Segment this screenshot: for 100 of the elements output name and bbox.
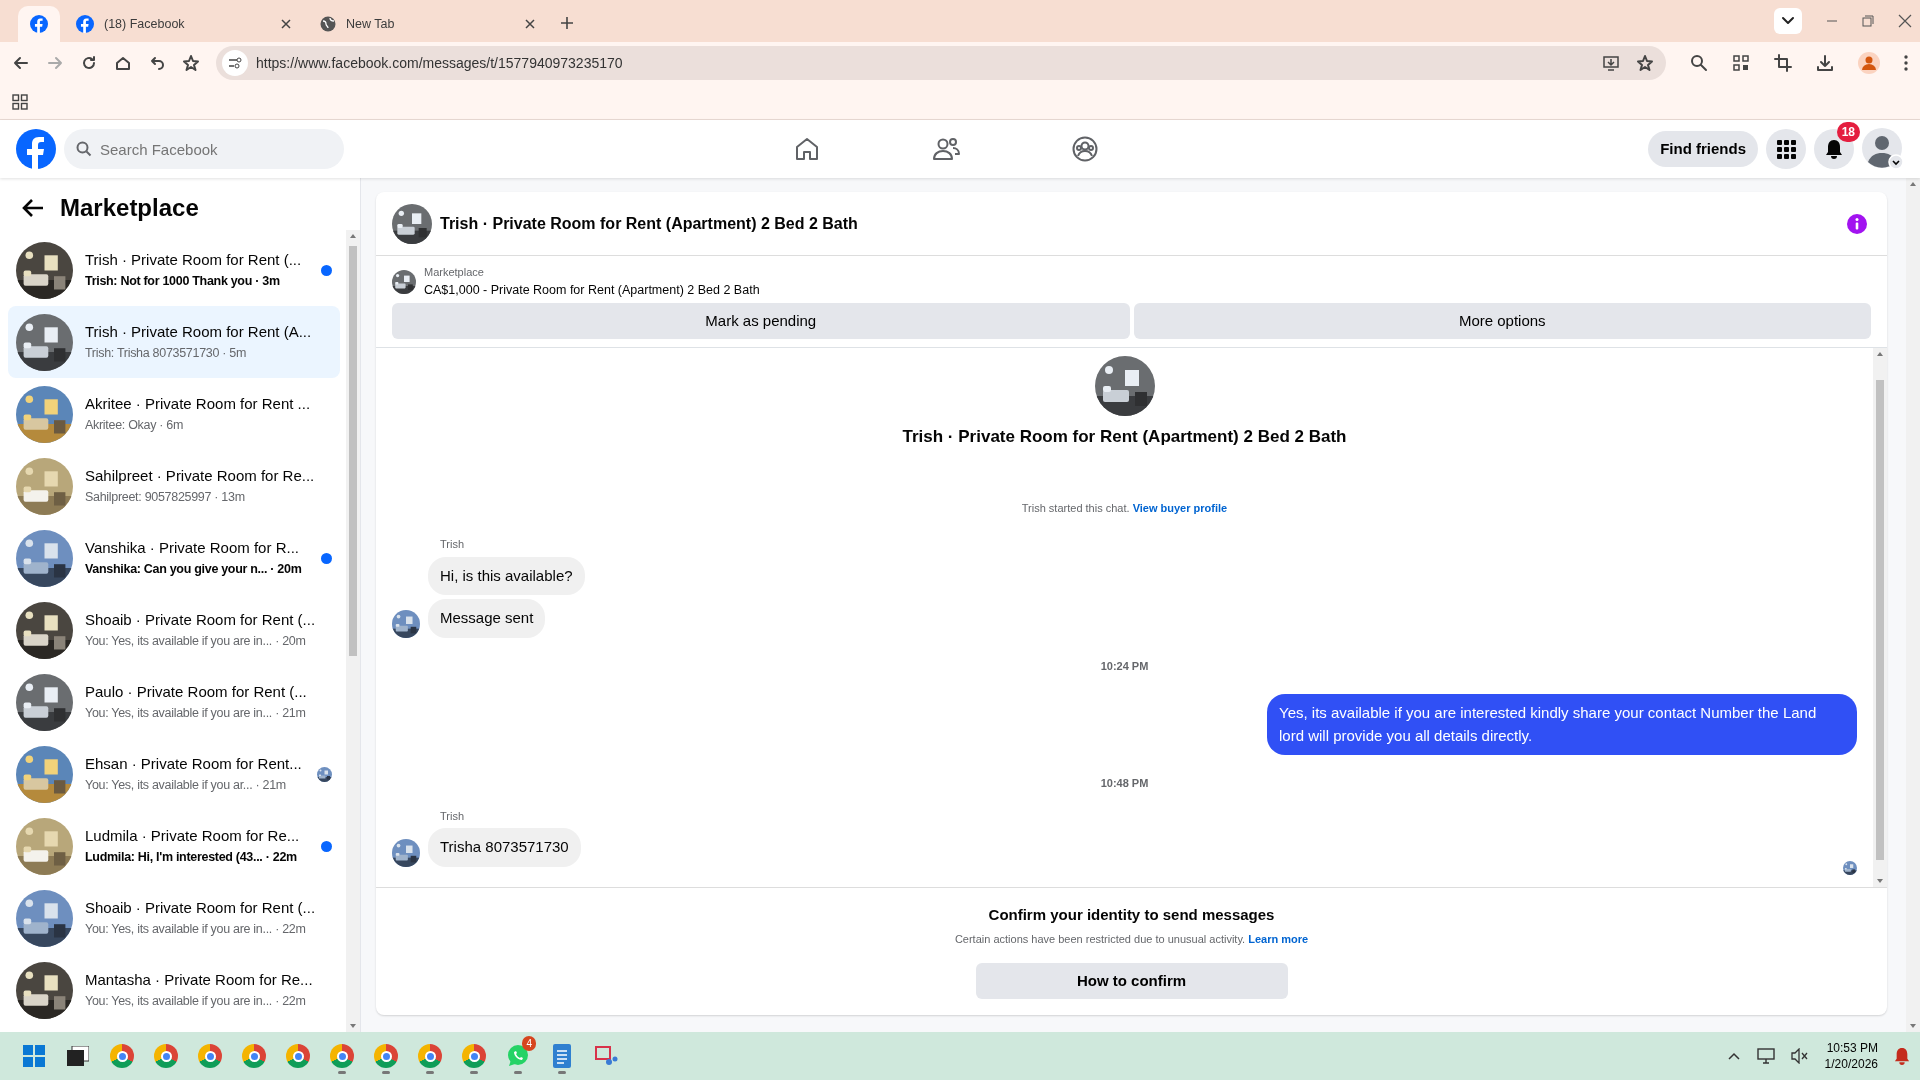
search-field[interactable]: Search Facebook: [64, 129, 344, 169]
conversation-title: Sahilpreet · Private Room for Re...: [85, 466, 315, 487]
facebook-logo[interactable]: [16, 129, 56, 169]
message-preview: Trish: Not for 1000 Thank you · 3m: [85, 272, 281, 290]
restore-icon[interactable]: [1862, 15, 1874, 27]
groups-icon[interactable]: [1072, 136, 1098, 162]
sidebar-title: Marketplace: [60, 193, 199, 223]
back-arrow-icon[interactable]: [12, 54, 30, 72]
conversation-item[interactable]: Ehsan · Private Room for Rent... You: Yes, its available if you ar... · 21m: [8, 738, 340, 810]
reload-icon[interactable]: [80, 54, 98, 72]
confirm-title: Confirm your identity to send messages: [988, 905, 1275, 925]
conversation-item[interactable]: Trish · Private Room for Rent (A... Trish: Trisha 8073571730 · 5m: [8, 306, 340, 378]
message-bubble: Hi, is this available?: [428, 556, 585, 596]
listing-title: CA$1,000 - Private Room for Rent (Apartment) 2 Bed 2 Bath: [424, 281, 760, 299]
action-button[interactable]: More options: [1133, 303, 1871, 340]
undo-icon[interactable]: [148, 54, 166, 72]
conversation-title: Shoaib · Private Room for Rent (...: [85, 898, 316, 919]
listing-label: Marketplace: [424, 265, 485, 280]
chrome-icon: [374, 1044, 398, 1068]
home-icon[interactable]: [114, 54, 132, 72]
chrome-icon: [198, 1044, 222, 1068]
network-icon[interactable]: [1756, 1048, 1775, 1064]
learn-more-link[interactable]: Learn more: [1248, 932, 1309, 945]
more-icon[interactable]: [1904, 55, 1908, 71]
notifications-button[interactable]: [1814, 129, 1854, 169]
qr-code-icon[interactable]: [1732, 54, 1750, 72]
address-bar[interactable]: https://www.facebook.com/messages/t/1577940973235170: [216, 46, 1666, 80]
conversation-item[interactable]: Ludmila · Private Room for Re... Ludmila: Hi, I'm interested (43... · 22m: [8, 810, 340, 882]
chrome-icon: [154, 1044, 178, 1068]
conversation-title: Paulo · Private Room for Rent (...: [85, 682, 307, 703]
facebook-logo[interactable]: [30, 15, 48, 33]
message-preview: Sahilpreet: 9057825997 · 13m: [85, 488, 246, 506]
profile-title: Trish · Private Room for Rent (Apartment) 2 Bed 2 Bath: [902, 426, 1347, 449]
browser-tab[interactable]: (18) Facebook: [64, 6, 304, 42]
conversation-item[interactable]: Mantasha · Private Room for Re... You: Yes, its available if you are in... · 22m: [8, 954, 340, 1026]
chevron-down-icon[interactable]: [1774, 8, 1802, 34]
close-icon[interactable]: [524, 18, 536, 30]
friends-icon[interactable]: [932, 136, 960, 162]
window-icon: [67, 1046, 89, 1066]
find-friends-button[interactable]: Find friends: [1648, 131, 1758, 167]
scrollbar[interactable]: [346, 230, 360, 1032]
clock-date[interactable]: 1/20/2026: [1824, 1056, 1878, 1073]
conversation-title: Shoaib · Private Room for Rent (...: [85, 610, 316, 631]
timestamp: 10:48 PM: [1099, 776, 1150, 792]
view-buyer-profile-link[interactable]: View buyer profile: [1132, 501, 1228, 514]
notepad-icon: [553, 1044, 571, 1068]
message-preview: You: Yes, its available if you are in... · 21m: [85, 704, 307, 722]
message-preview: You: Yes, its available if you are in... · 22m: [85, 920, 307, 938]
profile-icon[interactable]: [1858, 52, 1880, 74]
conversation-item[interactable]: Trish · Private Room for Rent (... Trish: Not for 1000 Thank you · 3m: [8, 234, 340, 306]
conversation-item[interactable]: Shoaib · Private Room for Rent (... You: Yes, its available if you are in... · 20m: [8, 594, 340, 666]
home-icon[interactable]: [794, 136, 820, 162]
bell-icon[interactable]: [1894, 1047, 1910, 1065]
conversation-item[interactable]: Shoaib · Private Room for Rent (... You: Yes, its available if you are in... · 22m: [8, 882, 340, 954]
conversation-title: Akritee · Private Room for Rent ...: [85, 394, 311, 415]
search-icon[interactable]: [1690, 54, 1708, 72]
notification-badge: 4: [522, 1036, 536, 1051]
message-preview: Akritee: Okay · 6m: [85, 416, 185, 434]
plus-icon[interactable]: [560, 16, 574, 30]
sender-name: Trish: [440, 537, 466, 553]
browser-tab[interactable]: New Tab: [308, 6, 548, 42]
star-icon[interactable]: [1636, 54, 1654, 72]
apps-grid-icon[interactable]: [12, 93, 28, 110]
message-bubble: Message sent: [428, 599, 546, 638]
taskbar-app[interactable]: 4: [500, 1036, 536, 1076]
facebook-logo[interactable]: [76, 15, 94, 33]
close-icon[interactable]: [1898, 14, 1912, 28]
message-bubble: Trisha 8073571730: [428, 828, 581, 867]
chrome-icon: [286, 1044, 310, 1068]
close-icon[interactable]: [280, 18, 292, 30]
chrome-icon: [242, 1044, 266, 1068]
chevron-up-icon[interactable]: [1726, 1051, 1741, 1061]
how-to-confirm-button[interactable]: How to confirm: [975, 963, 1288, 999]
clock-time[interactable]: 10:53 PM: [1824, 1039, 1878, 1056]
back-arrow-icon[interactable]: [22, 198, 44, 218]
info-icon[interactable]: [1847, 213, 1867, 234]
message-preview: Ludmila: Hi, I'm interested (43... · 22m: [85, 848, 298, 866]
notification-badge: 18: [1836, 122, 1860, 142]
scrollbar[interactable]: [1906, 178, 1920, 1032]
conversation-item[interactable]: Paulo · Private Room for Rent (... You: Yes, its available if you are in... · 21m: [8, 666, 340, 738]
conversation-item[interactable]: Sahilpreet · Private Room for Re... Sahilpreet: 9057825997 · 13m: [8, 450, 340, 522]
crop-icon[interactable]: [1774, 54, 1792, 72]
star-icon[interactable]: [182, 54, 200, 72]
browser-tab[interactable]: [18, 6, 60, 42]
scrollbar[interactable]: [1873, 348, 1887, 887]
download-icon[interactable]: [1816, 54, 1834, 72]
conversation-item[interactable]: Akritee · Private Room for Rent ... Akritee: Okay · 6m: [8, 378, 340, 450]
site-settings-icon[interactable]: [222, 50, 248, 76]
account-avatar-icon[interactable]: [1862, 128, 1904, 170]
message-preview: Vanshika: Can you give your n... · 20m: [85, 560, 302, 578]
install-icon[interactable]: [1602, 54, 1620, 72]
system-message: Trish started this chat. View buyer profile: [1020, 500, 1229, 516]
conversation-item[interactable]: Vanshika · Private Room for R... Vanshika: Can you give your n... · 20m: [8, 522, 340, 594]
globe-icon: [320, 16, 336, 32]
action-button[interactable]: Mark as pending: [392, 303, 1130, 340]
menu-button[interactable]: [1766, 129, 1806, 169]
speaker-muted-icon[interactable]: [1790, 1048, 1809, 1064]
message-preview: You: Yes, its available if you are in... · 20m: [85, 632, 307, 650]
message-preview: You: Yes, its available if you are in... · 22m: [85, 992, 307, 1010]
message-preview: Trish: Trisha 8073571730 · 5m: [85, 344, 248, 362]
